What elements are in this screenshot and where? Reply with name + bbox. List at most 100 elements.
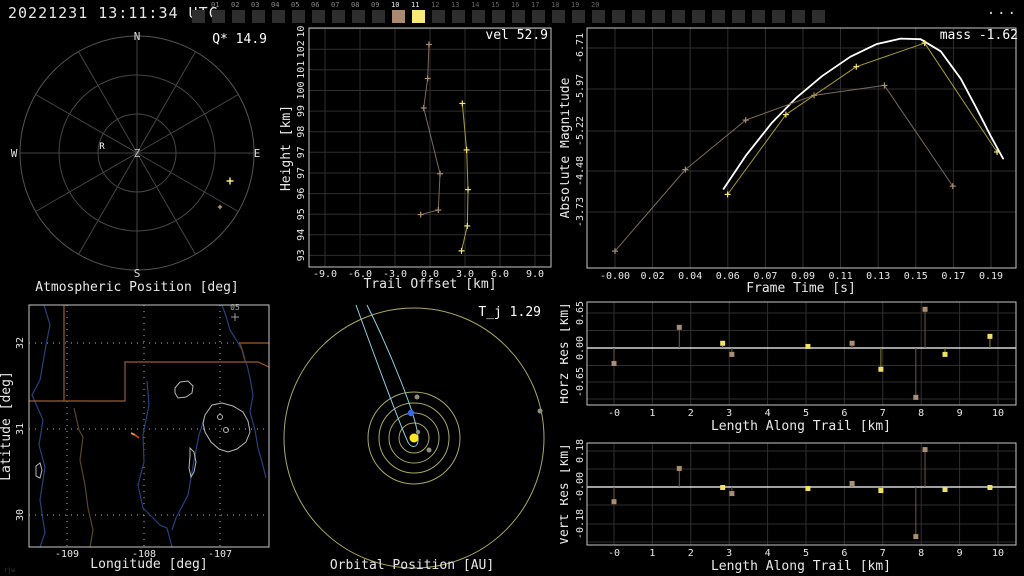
frame-box-05[interactable] <box>292 10 305 23</box>
svg-text:5: 5 <box>803 408 809 419</box>
svg-text:0.06: 0.06 <box>716 271 740 282</box>
frame-number-label: 07 <box>331 1 340 9</box>
svg-text:5: 5 <box>803 548 809 559</box>
earth-dot <box>407 409 415 417</box>
svg-text:Frame Time [s]: Frame Time [s] <box>746 281 856 296</box>
svg-text:Length Along Trail [km]: Length Along Trail [km] <box>711 559 891 574</box>
svg-text:Longitude [deg]: Longitude [deg] <box>90 557 207 572</box>
svg-text:-5.97: -5.97 <box>575 74 586 104</box>
ground-track-map-panel: 05-109 -108 -107323130Longitude [deg]Latit… <box>0 303 270 574</box>
svg-text:-0.00: -0.00 <box>575 472 586 502</box>
top-bar: 20221231 13:11:34 UTC 01 02 03 04 05 06 07 08 09… <box>0 0 1024 25</box>
svg-text:-0.00: -0.00 <box>600 271 630 282</box>
svg-text:0.13: 0.13 <box>866 271 890 282</box>
svg-text:Z: Z <box>134 147 141 160</box>
svg-text:6: 6 <box>841 548 847 559</box>
frame-box-01[interactable] <box>212 10 225 23</box>
frame-box[interactable] <box>712 10 725 23</box>
svg-text:-0: -0 <box>608 548 620 559</box>
frame-box-08[interactable] <box>352 10 365 23</box>
svg-text:Absolute Magnitude: Absolute Magnitude <box>560 77 573 218</box>
absolute-magnitude-panel: -0.00 0.02 0.04 0.06 0.07 0.09 0.11 0.13 0.15 0.1… <box>560 27 1018 296</box>
frame-box-03[interactable] <box>252 10 265 23</box>
frame-number-label: 01 <box>211 1 220 9</box>
mercury-dot <box>415 429 421 435</box>
frame-box[interactable] <box>652 10 665 23</box>
frame-box[interactable] <box>692 10 705 23</box>
svg-text:-4.48: -4.48 <box>575 156 586 186</box>
frame-box-07[interactable] <box>332 10 345 23</box>
svg-text:Atmospheric Position [deg]: Atmospheric Position [deg] <box>35 280 239 295</box>
frame-box-20[interactable] <box>592 10 605 23</box>
svg-text:T_j 1.29: T_j 1.29 <box>478 305 541 320</box>
svg-text:-0.18: -0.18 <box>575 509 586 539</box>
orbital-position-panel: T_j 1.29 Orbital Position [AU] <box>283 304 545 573</box>
frame-box[interactable] <box>672 10 685 23</box>
svg-text:05: 05 <box>230 303 240 312</box>
svg-text:1: 1 <box>649 408 655 419</box>
svg-text:0.15: 0.15 <box>904 271 928 282</box>
svg-text:93: 93 <box>296 249 307 261</box>
frame-box-14[interactable] <box>472 10 485 23</box>
svg-text:0.02: 0.02 <box>641 271 665 282</box>
frame-box-13[interactable] <box>452 10 465 23</box>
svg-text:R: R <box>99 142 105 152</box>
frame-box-12[interactable] <box>432 10 445 23</box>
frame-box[interactable] <box>792 10 805 23</box>
frame-box-09[interactable] <box>372 10 385 23</box>
frame-number-label: 15 <box>491 1 500 9</box>
svg-text:vel 52.9: vel 52.9 <box>485 28 548 43</box>
frame-box[interactable] <box>752 10 765 23</box>
frame-box-17[interactable] <box>532 10 545 23</box>
svg-text:Horz Res [km]: Horz Res [km] <box>560 302 572 404</box>
vertical-residuals-panel: -0 1 2 3 4 5 6 7 8 9 10 0.18 -0.00 -0.18 Length Along … <box>560 439 1017 574</box>
svg-text:10: 10 <box>992 408 1004 419</box>
frame-box[interactable] <box>772 10 785 23</box>
frame-box[interactable] <box>612 10 625 23</box>
svg-text:Length Along Trail [km]: Length Along Trail [km] <box>711 419 891 434</box>
svg-text:95: 95 <box>296 208 307 220</box>
frame-box-11[interactable] <box>412 10 425 23</box>
frame-box[interactable] <box>632 10 645 23</box>
svg-text:0.18: 0.18 <box>575 439 586 463</box>
frame-box[interactable] <box>812 10 825 23</box>
svg-text:-3.73: -3.73 <box>575 197 586 227</box>
trail-offset-panel: -9.0 -6.0 -3.0 0.0 3.0 6.0 9.01031021011009998… <box>280 25 552 292</box>
frame-box-02[interactable] <box>232 10 245 23</box>
frame-box-10[interactable] <box>392 10 405 23</box>
frame-box[interactable] <box>732 10 745 23</box>
frame-box-19[interactable] <box>572 10 585 23</box>
frame-number-label: 13 <box>451 1 460 9</box>
frame-box-16[interactable] <box>512 10 525 23</box>
frame-number-label: 03 <box>251 1 260 9</box>
frame-box-15[interactable] <box>492 10 505 23</box>
svg-text:1: 1 <box>649 548 655 559</box>
svg-text:3: 3 <box>726 408 732 419</box>
frame-box-04[interactable] <box>272 10 285 23</box>
frame-box-06[interactable] <box>312 10 325 23</box>
overflow-menu-icon[interactable]: ... <box>987 2 1018 18</box>
svg-text:-107: -107 <box>208 549 232 560</box>
svg-text:-0.65: -0.65 <box>575 367 586 397</box>
frame-number-label: 09 <box>371 1 380 9</box>
svg-text:-109: -109 <box>55 549 79 560</box>
svg-text:-5.22: -5.22 <box>575 116 586 146</box>
svg-text:99: 99 <box>296 105 307 117</box>
svg-text:2: 2 <box>688 548 694 559</box>
svg-text:0.17: 0.17 <box>941 271 965 282</box>
frame-number-label: 04 <box>271 1 280 9</box>
svg-text:Latitude [deg]: Latitude [deg] <box>0 371 14 481</box>
svg-text:4: 4 <box>765 548 771 559</box>
svg-text:Height [km]: Height [km] <box>280 105 294 191</box>
frame-number-label: 12 <box>431 1 440 9</box>
frame-number-label: 08 <box>351 1 360 9</box>
frame-number-label: 11 <box>411 1 420 9</box>
frame-box-18[interactable] <box>552 10 565 23</box>
svg-text:32: 32 <box>15 337 26 349</box>
frame-box[interactable] <box>192 10 205 23</box>
svg-text:0.65: 0.65 <box>575 301 586 325</box>
svg-text:30: 30 <box>15 509 26 521</box>
svg-text:-6.71: -6.71 <box>575 33 586 63</box>
frame-number-label: 17 <box>531 1 540 9</box>
svg-text:-0: -0 <box>608 408 620 419</box>
